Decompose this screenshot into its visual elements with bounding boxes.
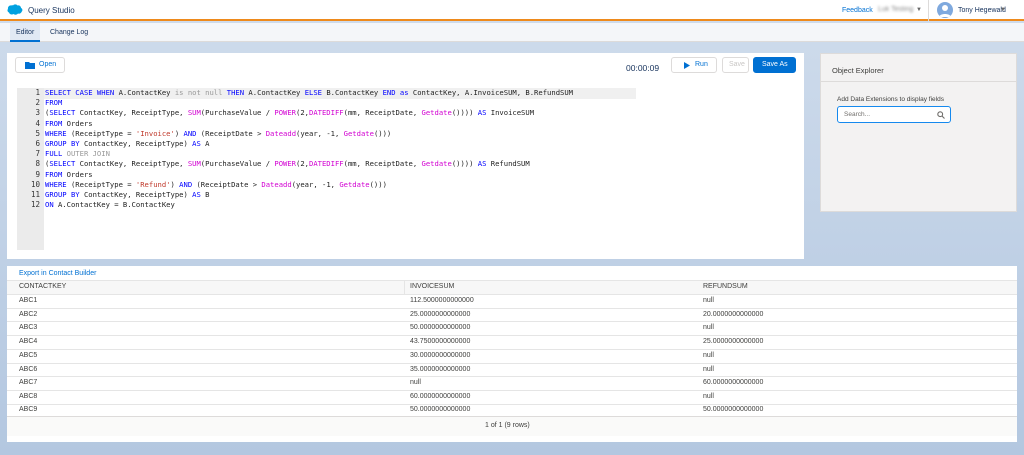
cell-contactkey: ABC4	[19, 338, 38, 346]
cell-contactkey: ABC5	[19, 351, 38, 359]
cell-refundsum: 60.0000000000000	[703, 379, 764, 387]
cell-contactkey: ABC9	[19, 405, 38, 413]
save-as-button-label: Save As	[762, 61, 788, 68]
cell-invoicesum: 30.0000000000000	[410, 351, 471, 359]
cell-contactkey: ABC6	[19, 365, 38, 373]
table-row[interactable]: ABC9 50.0000000000000 50.0000000000000	[7, 403, 1017, 416]
line-number: 10	[30, 179, 40, 189]
table-row[interactable]: ABC1 112.5000000000000 null	[7, 294, 1017, 308]
line-number: 2	[35, 98, 40, 108]
cell-refundsum: null	[703, 324, 714, 332]
column-header-contactkey: CONTACTKEY	[19, 283, 67, 290]
cell-contactkey: ABC2	[19, 310, 38, 318]
line-number: 1	[35, 88, 40, 97]
org-selector[interactable]: Luk Testing	[878, 6, 913, 13]
table-row[interactable]: ABC8 60.0000000000000 null	[7, 389, 1017, 404]
line-number: 7	[35, 149, 40, 159]
chevron-down-icon[interactable]: ▼	[916, 7, 922, 13]
cell-invoicesum: 50.0000000000000	[410, 405, 471, 413]
tab-change-log[interactable]: Change Log	[44, 23, 94, 42]
cell-refundsum: 25.0000000000000	[703, 338, 764, 346]
cell-refundsum: null	[703, 351, 714, 359]
explorer-hint: Add Data Extensions to display fields	[837, 96, 944, 103]
cell-refundsum: null	[703, 392, 714, 400]
salesforce-cloud-icon	[7, 4, 23, 15]
code-text[interactable]: SELECT CASE WHEN A.ContactKey is not nul…	[45, 88, 573, 210]
cell-refundsum: null	[703, 297, 714, 304]
line-number: 4	[35, 118, 40, 128]
line-number: 3	[35, 108, 40, 118]
open-button-label: Open	[39, 61, 57, 68]
export-contact-builder-link[interactable]: Export in Contact Builder	[19, 270, 96, 277]
table-row[interactable]: ABC2 25.0000000000000 20.0000000000000	[7, 307, 1017, 322]
cell-contactkey: ABC8	[19, 392, 38, 400]
cell-invoicesum: 112.5000000000000	[410, 297, 474, 304]
line-number: 5	[35, 128, 40, 138]
table-row[interactable]: ABC3 50.0000000000000 null	[7, 321, 1017, 335]
user-icon	[939, 5, 951, 17]
sql-editor[interactable]: 1 2 3 4 5 6 7 8 9 10 11 12 SELECT CASE W…	[17, 88, 663, 250]
cell-contactkey: ABC1	[19, 297, 38, 304]
line-number: 11	[30, 190, 40, 199]
play-icon	[684, 62, 690, 69]
save-button[interactable]: Save	[722, 57, 749, 73]
feedback-link[interactable]: Feedback	[842, 7, 873, 14]
tab-bar: Editor Change Log	[0, 23, 1024, 42]
table-row[interactable]: ABC4 43.7500000000000 25.0000000000000	[7, 335, 1017, 349]
line-number: 9	[35, 169, 40, 179]
chevron-down-icon[interactable]: ▼	[1000, 7, 1006, 13]
app-title: Query Studio	[28, 6, 75, 15]
results-footer: 1 of 1 (9 rows)	[7, 416, 1017, 436]
table-row[interactable]: ABC6 35.0000000000000 null	[7, 362, 1017, 377]
save-button-label: Save	[729, 61, 745, 68]
pagination-info: 1 of 1 (9 rows)	[485, 422, 530, 429]
object-explorer-title: Object Explorer	[832, 66, 884, 75]
search-placeholder: Search...	[844, 111, 871, 118]
cell-refundsum: 20.0000000000000	[703, 310, 764, 318]
folder-icon	[25, 62, 35, 69]
table-row[interactable]: ABC5 30.0000000000000 null	[7, 348, 1017, 363]
cell-invoicesum: 50.0000000000000	[410, 324, 471, 332]
run-button-label: Run	[695, 61, 708, 68]
open-button[interactable]: Open	[15, 57, 65, 73]
cell-invoicesum: 35.0000000000000	[410, 365, 471, 373]
cell-invoicesum: null	[410, 379, 421, 387]
table-row[interactable]: ABC7 null 60.0000000000000	[7, 376, 1017, 390]
results-panel: Export in Contact Builder CONTACTKEY INV…	[7, 266, 1017, 442]
line-number: 8	[35, 159, 40, 169]
cell-invoicesum: 25.0000000000000	[410, 310, 471, 318]
search-input[interactable]: Search...	[837, 106, 951, 123]
column-header-refundsum: REFUNDSUM	[703, 283, 748, 290]
avatar[interactable]	[937, 2, 953, 18]
cell-refundsum: 50.0000000000000	[703, 405, 764, 413]
line-number-gutter: 1 2 3 4 5 6 7 8 9 10 11 12	[17, 88, 44, 250]
cell-refundsum: null	[703, 365, 714, 373]
divider	[821, 81, 1016, 82]
divider	[404, 280, 405, 294]
object-explorer-panel: Object Explorer Add Data Extensions to d…	[820, 53, 1017, 212]
line-number: 6	[35, 139, 40, 148]
tab-editor[interactable]: Editor	[10, 23, 41, 42]
cell-contactkey: ABC7	[19, 379, 38, 387]
cell-invoicesum: 43.7500000000000	[410, 338, 471, 346]
table-header	[7, 280, 1017, 294]
column-header-invoicesum: INVOICESUM	[410, 283, 455, 290]
cell-contactkey: ABC3	[19, 324, 38, 332]
line-number: 12	[30, 200, 40, 210]
save-as-button[interactable]: Save As	[753, 57, 796, 73]
top-bar: Query Studio Feedback Luk Testing ▼ Tony…	[0, 0, 1024, 21]
search-icon	[937, 111, 945, 119]
divider	[928, 0, 929, 21]
query-timer: 00:00:09	[626, 63, 660, 73]
cell-invoicesum: 60.0000000000000	[410, 392, 471, 400]
user-name[interactable]: Tony Hegewald	[958, 7, 1006, 14]
run-button[interactable]: Run	[671, 57, 717, 73]
